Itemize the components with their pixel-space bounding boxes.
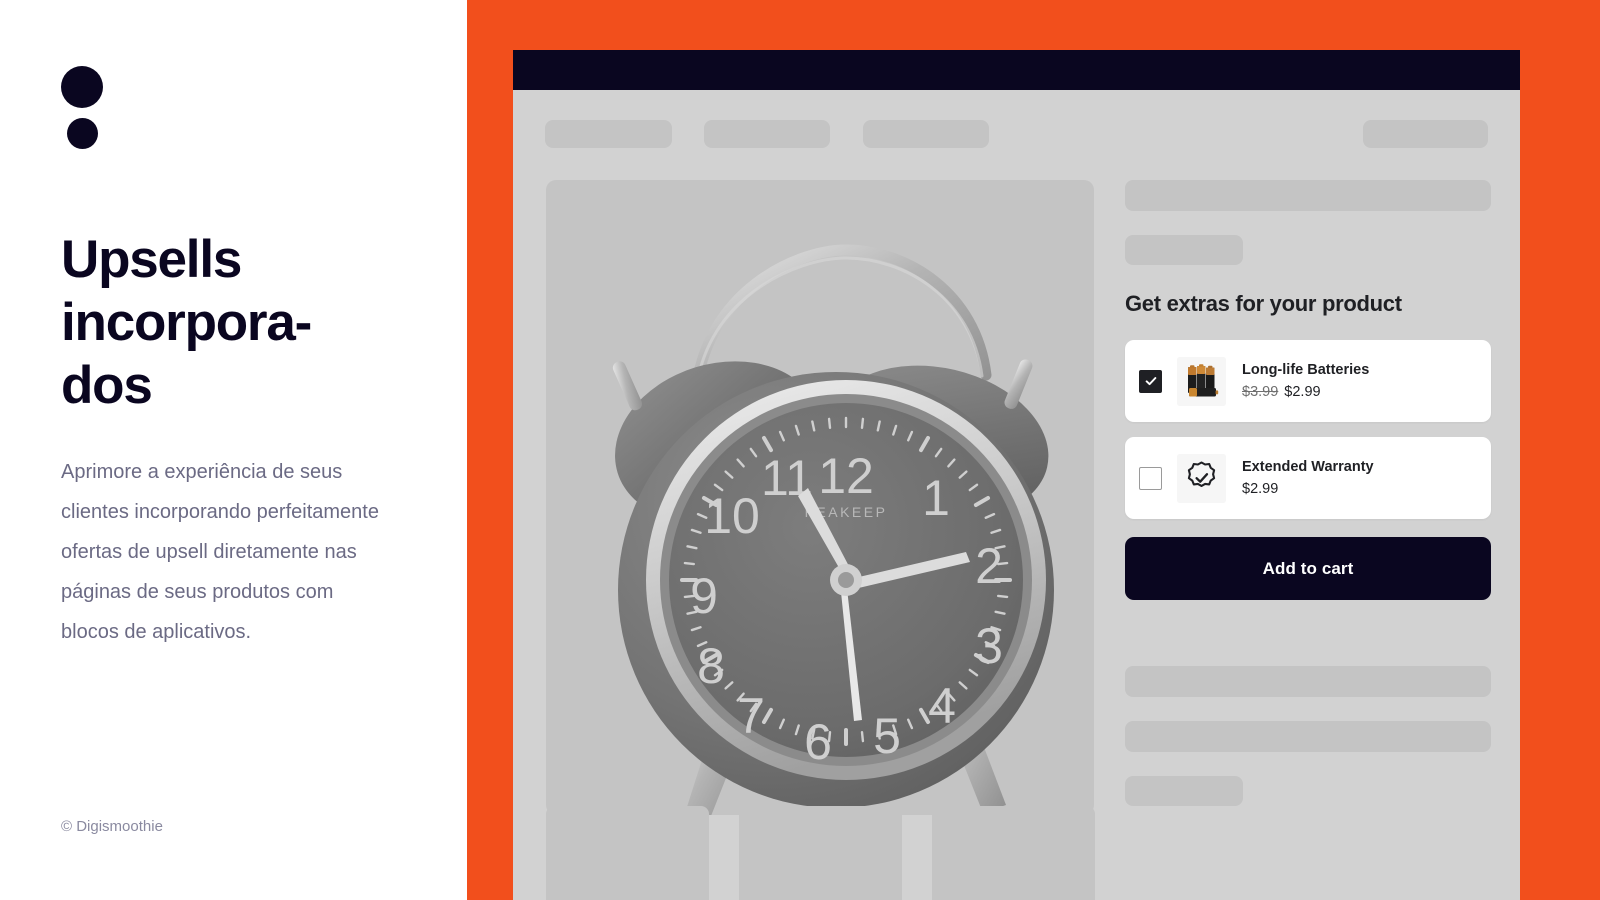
- page-root: Upsells incorpora-dos Aprimore a experiê…: [0, 0, 1600, 900]
- product-detail-placeholder-1: [1125, 666, 1491, 697]
- upsell-offer-item[interactable]: Long-life Batteries $3.99 $2.99: [1125, 340, 1491, 422]
- browser-chrome-bar: [513, 50, 1520, 90]
- offer-name: Long-life Batteries: [1242, 361, 1370, 378]
- logo-dot-small: [67, 118, 98, 149]
- upsell-offer-item[interactable]: Extended Warranty $2.99: [1125, 437, 1491, 519]
- svg-text:4: 4: [928, 678, 956, 734]
- nav-placeholder-4: [1363, 120, 1488, 148]
- svg-text:9: 9: [690, 568, 718, 624]
- svg-text:5: 5: [873, 708, 901, 764]
- offer-price-discounted: $2.99: [1242, 480, 1279, 497]
- offer-price-discounted: $2.99: [1284, 383, 1321, 400]
- accent-panel: 12 1 2 3 4 5 6 7 8 9 10 11 PEAKEEP Get e…: [467, 0, 1600, 900]
- product-image: 12 1 2 3 4 5 6 7 8 9 10 11 PEAKEEP: [546, 180, 1094, 815]
- storefront-mockup: 12 1 2 3 4 5 6 7 8 9 10 11 PEAKEEP Get e…: [513, 50, 1520, 900]
- svg-text:6: 6: [804, 714, 832, 770]
- svg-text:7: 7: [737, 688, 765, 744]
- product-detail-placeholder-3: [1125, 776, 1243, 806]
- offer-thumbnail-warranty: [1177, 453, 1226, 503]
- two-dots-logo: [61, 66, 107, 150]
- svg-text:12: 12: [818, 448, 874, 504]
- alarm-clock-illustration: 12 1 2 3 4 5 6 7 8 9 10 11 PEAKEEP: [612, 244, 1054, 815]
- nav-placeholder-1: [545, 120, 672, 148]
- batteries-image: [1177, 356, 1226, 406]
- offer-prices: $3.99 $2.99: [1242, 383, 1369, 402]
- nav-placeholder-2: [704, 120, 830, 148]
- logo-dot-large: [61, 66, 103, 108]
- product-price-placeholder: [1125, 235, 1243, 265]
- offer-text-warranty: Extended Warranty $2.99: [1242, 458, 1374, 499]
- left-info-panel: Upsells incorpora-dos Aprimore a experiê…: [0, 0, 467, 900]
- warranty-badge-check-icon: [1177, 453, 1226, 503]
- storefront-body: 12 1 2 3 4 5 6 7 8 9 10 11 PEAKEEP Get e…: [513, 90, 1520, 900]
- page-description: Aprimore a experiência de seus clientes …: [61, 461, 379, 643]
- product-thumbnail-3[interactable]: [932, 806, 1095, 900]
- svg-text:2: 2: [975, 538, 1003, 594]
- svg-text:3: 3: [975, 618, 1003, 674]
- page-title: Upsells incorpora-dos: [61, 230, 312, 415]
- upsell-offer-list: Long-life Batteries $3.99 $2.99 Extended…: [1125, 340, 1491, 519]
- svg-text:10: 10: [704, 488, 760, 544]
- offer-checkbox-warranty[interactable]: [1139, 466, 1162, 490]
- offer-prices: $2.99: [1242, 480, 1374, 499]
- offer-text-batteries: Long-life Batteries $3.99 $2.99: [1242, 361, 1369, 402]
- product-thumbnail-2[interactable]: [739, 806, 902, 900]
- product-title-placeholder: [1125, 180, 1491, 211]
- product-thumbnail-1[interactable]: [546, 806, 709, 900]
- offer-thumbnail-batteries: [1177, 356, 1226, 406]
- svg-text:1: 1: [922, 470, 950, 526]
- copyright-credit: © Digismoothie: [61, 818, 163, 835]
- offer-checkbox-batteries[interactable]: [1139, 369, 1162, 393]
- product-detail-placeholder-2: [1125, 721, 1491, 752]
- upsell-heading: Get extras for your product: [1125, 291, 1402, 316]
- check-icon: [1145, 377, 1156, 386]
- nav-placeholder-3: [863, 120, 989, 148]
- upsell-widget: Get extras for your product Long-life Ba…: [1125, 290, 1491, 600]
- svg-text:8: 8: [697, 638, 725, 694]
- add-to-cart-button[interactable]: Add to cart: [1125, 537, 1491, 600]
- offer-name: Extended Warranty: [1242, 458, 1374, 475]
- offer-price-original: $3.99: [1242, 383, 1279, 400]
